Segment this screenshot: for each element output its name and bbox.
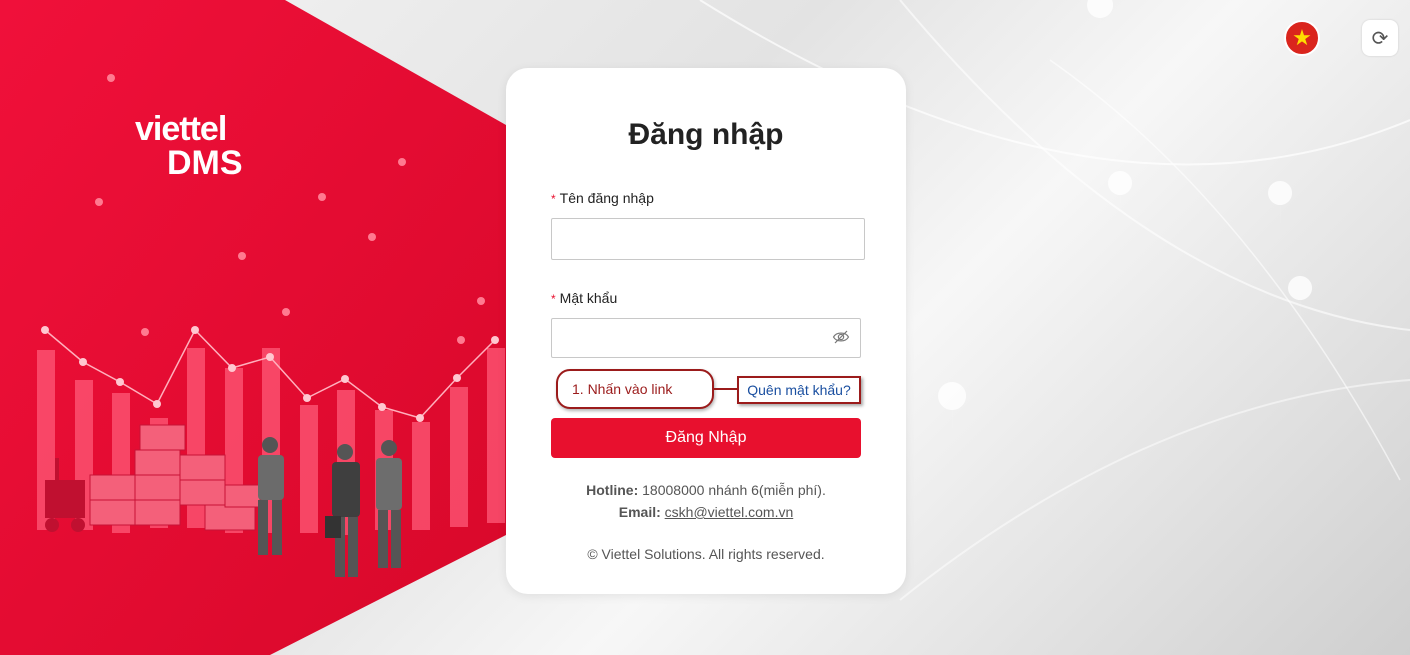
eye-off-icon[interactable]: [832, 328, 850, 346]
required-mark: *: [551, 192, 556, 206]
username-label-text: Tên đăng nhập: [559, 190, 654, 206]
email-line: Email: cskh@viettel.com.vn: [506, 504, 906, 520]
refresh-icon[interactable]: ⟳: [1362, 20, 1398, 56]
logo-product: DMS: [167, 144, 243, 182]
required-mark: *: [551, 292, 556, 306]
login-title: Đăng nhập: [628, 118, 784, 151]
login-button[interactable]: Đăng Nhập: [551, 418, 861, 458]
viettel-dms-logo: viettel DMS: [135, 112, 243, 180]
vietnam-flag-icon[interactable]: ★: [1284, 20, 1320, 56]
password-label: * Mật khẩu: [551, 290, 617, 306]
email-link[interactable]: cskh@viettel.com.vn: [665, 504, 794, 520]
copyright: © Viettel Solutions. All rights reserved…: [587, 546, 825, 562]
hotline-label: Hotline:: [586, 482, 639, 498]
annotation-callout: 1. Nhấn vào link: [556, 369, 714, 409]
hotline-line: Hotline: 18008000 nhánh 6(miễn phí).: [506, 482, 906, 498]
password-input[interactable]: [551, 318, 861, 358]
password-label-text: Mật khẩu: [559, 290, 618, 306]
annotation-connector: [714, 388, 738, 390]
hotline-value: 18008000 nhánh 6(miễn phí).: [642, 482, 826, 498]
login-card: Đăng nhập * Tên đăng nhập * Mật khẩu 1. Nh…: [506, 68, 906, 594]
forgot-password-link[interactable]: Quên mật khẩu?: [737, 376, 861, 404]
username-label: * Tên đăng nhập: [551, 190, 654, 206]
email-label: Email:: [618, 504, 661, 520]
logo-word: viettel: [135, 110, 227, 148]
username-input[interactable]: [551, 218, 865, 260]
